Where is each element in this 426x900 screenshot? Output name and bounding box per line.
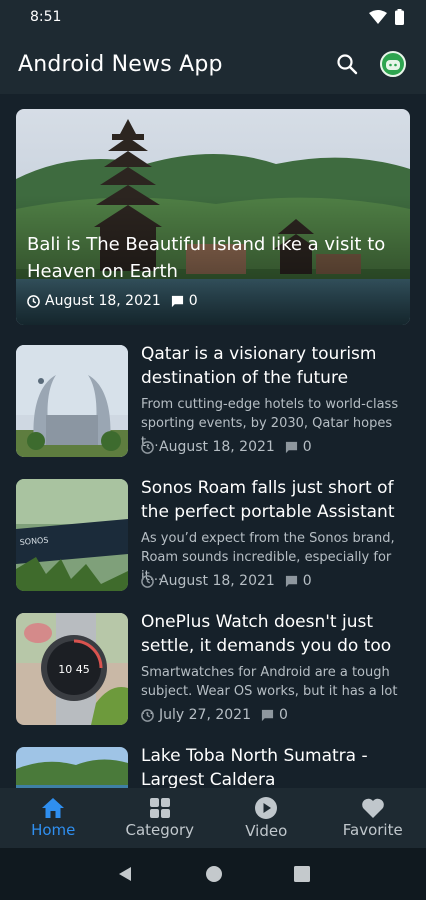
featured-date: August 18, 2021 [27, 293, 161, 309]
article-comments: 0 [285, 439, 312, 455]
article-date: August 18, 2021 [141, 573, 275, 589]
article-comment-count: 0 [278, 707, 288, 723]
article-date-text: July 27, 2021 [159, 707, 251, 723]
featured-article-card[interactable]: Bali is The Beautiful Island like a visi… [16, 109, 410, 325]
nav-category-label: Category [125, 821, 195, 839]
article-thumbnail [16, 747, 128, 788]
article-comments: 0 [261, 707, 288, 723]
nav-video-label: Video [245, 822, 288, 840]
wifi-icon [369, 10, 387, 24]
article-date: July 27, 2021 [141, 707, 251, 723]
featured-comments: 0 [171, 293, 198, 309]
article-meta: August 18, 2021 0 [141, 573, 312, 589]
article-title: Qatar is a visionary tourism destination… [141, 344, 377, 388]
featured-date-text: August 18, 2021 [45, 293, 161, 309]
home-circle-icon[interactable] [205, 865, 223, 883]
article-thumbnail: SONOS [16, 479, 128, 591]
article-title: OnePlus Watch doesn't just settle, it de… [141, 612, 392, 656]
featured-article-meta: August 18, 2021 0 [27, 293, 198, 309]
heart-icon [361, 798, 384, 818]
android-face-icon [386, 60, 400, 70]
clock-icon [27, 294, 40, 308]
article-title: Sonos Roam falls just short of the perfe… [141, 478, 395, 522]
system-navigation-bar [0, 848, 426, 900]
status-time: 8:51 [30, 9, 62, 25]
clock-icon [141, 574, 154, 588]
nav-favorite-label: Favorite [342, 821, 403, 839]
search-icon [337, 54, 358, 75]
article-meta: August 18, 2021 0 [141, 439, 312, 455]
status-bar: 8:51 [0, 0, 426, 34]
article-list-item[interactable]: Qatar is a visionary tourism destination… [16, 344, 410, 457]
article-comment-count: 0 [302, 439, 312, 455]
nav-video[interactable]: Video [213, 788, 320, 848]
article-thumbnail: 10 45 [16, 613, 128, 725]
battery-icon [395, 9, 404, 25]
article-comment-count: 0 [302, 573, 312, 589]
back-icon[interactable] [116, 865, 134, 883]
status-icons [369, 9, 404, 25]
article-title: Lake Toba North Sumatra - Largest Calder… [141, 746, 368, 788]
comment-icon [261, 709, 274, 721]
nav-home-label: Home [31, 821, 76, 839]
clock-icon [141, 440, 154, 454]
app-title: Android News App [18, 51, 223, 77]
featured-comment-count: 0 [188, 293, 198, 309]
article-list-item[interactable]: Lake Toba North Sumatra - Largest Calder… [16, 746, 410, 788]
article-meta: July 27, 2021 0 [141, 707, 288, 723]
comment-icon [285, 441, 297, 453]
article-comments: 0 [285, 573, 312, 589]
article-thumbnail [16, 345, 128, 457]
clock-icon [141, 708, 154, 722]
article-date: August 18, 2021 [141, 439, 275, 455]
article-list-item[interactable]: SONOS Sonos Roam falls just short of the… [16, 478, 410, 591]
article-date-text: August 18, 2021 [159, 439, 275, 455]
play-circle-icon [255, 797, 278, 819]
watch-face-time: 10 45 [58, 663, 90, 676]
recents-icon[interactable] [294, 866, 311, 882]
comment-icon [285, 575, 297, 587]
nav-home[interactable]: Home [0, 788, 107, 848]
nav-favorite[interactable]: Favorite [320, 788, 426, 848]
search-button[interactable] [334, 51, 360, 77]
bottom-navigation: Home Category Video Favorite [0, 788, 426, 848]
grid-icon [149, 798, 170, 818]
nav-category[interactable]: Category [107, 788, 214, 848]
article-list-item[interactable]: 10 45 OnePlus Watch doesn't just settle,… [16, 612, 410, 725]
app-bar: Android News App [0, 34, 426, 94]
article-date-text: August 18, 2021 [159, 573, 275, 589]
profile-avatar[interactable] [380, 51, 406, 77]
featured-article-title: Bali is The Beautiful Island like a visi… [27, 234, 386, 282]
news-feed[interactable]: Bali is The Beautiful Island like a visi… [0, 94, 426, 788]
home-icon [42, 798, 65, 818]
comment-icon [171, 295, 183, 307]
